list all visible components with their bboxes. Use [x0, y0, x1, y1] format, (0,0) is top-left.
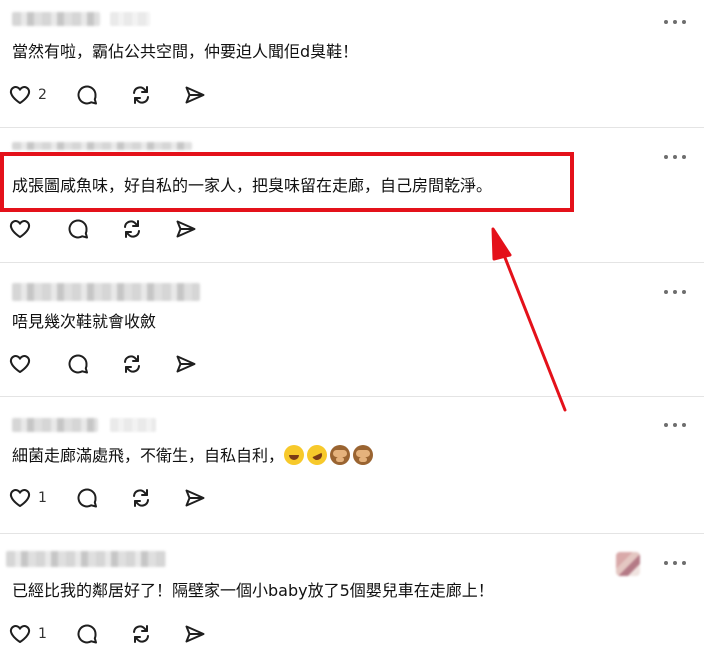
annotation-arrow [491, 227, 567, 412]
